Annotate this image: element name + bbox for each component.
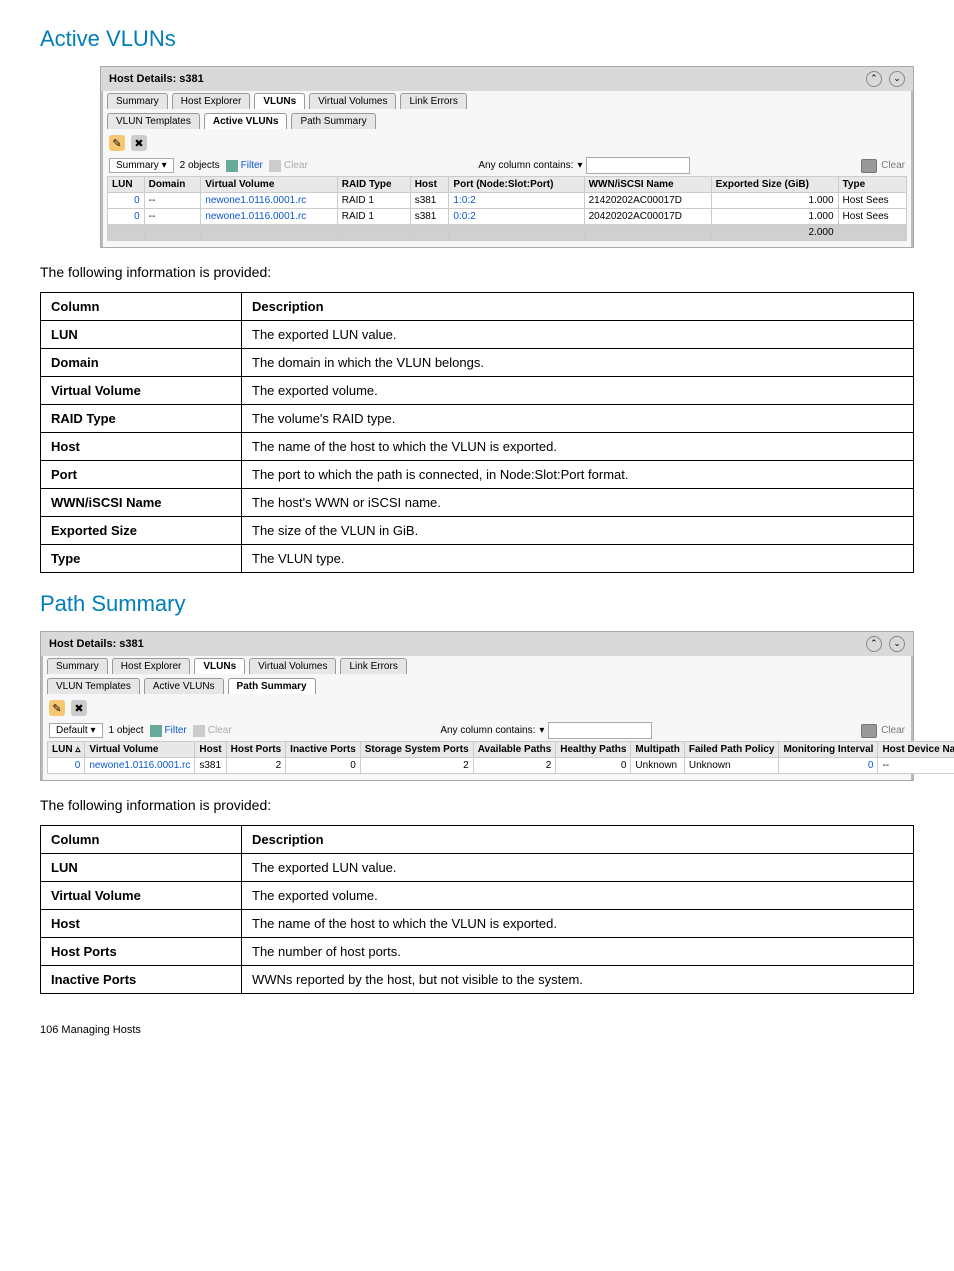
intro-text-1: The following information is provided: bbox=[40, 264, 914, 280]
totals-row: 2.000 bbox=[108, 225, 907, 241]
sub-tabs: VLUN Templates Active VLUNs Path Summary bbox=[101, 111, 913, 131]
tab-active-vluns[interactable]: Active VLUNs bbox=[204, 113, 288, 129]
active-vluns-desc-table: Column Description LUNThe exported LUN v… bbox=[40, 292, 914, 573]
col-size[interactable]: Exported Size (GiB) bbox=[711, 177, 838, 193]
remove-icon[interactable]: ✖ bbox=[131, 135, 147, 151]
col-domain[interactable]: Domain bbox=[144, 177, 201, 193]
path-summary-desc-table: Column Description LUNThe exported LUN v… bbox=[40, 825, 914, 994]
col-multipath[interactable]: Multipath bbox=[631, 742, 684, 758]
view-dropdown[interactable]: Default ▾ bbox=[49, 723, 103, 738]
col-lun[interactable]: LUN bbox=[108, 177, 145, 193]
col-host[interactable]: Host bbox=[410, 177, 449, 193]
col-raid[interactable]: RAID Type bbox=[337, 177, 410, 193]
any-column-label: Any column contains: bbox=[478, 160, 573, 171]
tab-virtual-volumes[interactable]: Virtual Volumes bbox=[309, 93, 396, 109]
object-count: 2 objects bbox=[180, 160, 220, 171]
top-tabs: Summary Host Explorer VLUNs Virtual Volu… bbox=[101, 91, 913, 111]
table-row[interactable]: 0 -- newone1.0116.0001.rc RAID 1 s381 0:… bbox=[108, 209, 907, 225]
tab-virtual-volumes[interactable]: Virtual Volumes bbox=[249, 658, 336, 674]
col-monint[interactable]: Monitoring Interval bbox=[779, 742, 878, 758]
expand-icon[interactable]: ⌄ bbox=[889, 636, 905, 652]
col-hostdev[interactable]: Host Device Name bbox=[878, 742, 954, 758]
chevron-down-icon[interactable]: ▾ bbox=[539, 725, 544, 736]
collapse-icon[interactable]: ⌃ bbox=[866, 636, 882, 652]
panel-header-2: Host Details: s381 bbox=[49, 638, 144, 650]
col-hostports[interactable]: Host Ports bbox=[226, 742, 286, 758]
print-icon[interactable] bbox=[861, 159, 877, 173]
collapse-icon[interactable]: ⌃ bbox=[866, 71, 882, 87]
export-icon[interactable]: ✎ bbox=[49, 700, 65, 716]
filter-button[interactable]: Filter bbox=[150, 725, 187, 737]
sub-tabs-2: VLUN Templates Active VLUNs Path Summary bbox=[41, 676, 913, 696]
tab-path-summary[interactable]: Path Summary bbox=[291, 113, 375, 129]
panel-window-controls: ⌃ ⌄ bbox=[862, 71, 905, 87]
expand-icon[interactable]: ⌄ bbox=[889, 71, 905, 87]
clear-button[interactable]: Clear bbox=[193, 725, 232, 737]
table-row[interactable]: 0 -- newone1.0116.0001.rc RAID 1 s381 1:… bbox=[108, 193, 907, 209]
col-wwn[interactable]: WWN/iSCSI Name bbox=[584, 177, 711, 193]
top-tabs-2: Summary Host Explorer VLUNs Virtual Volu… bbox=[41, 656, 913, 676]
desc-header-description: Description bbox=[242, 293, 914, 321]
tab-active-vluns[interactable]: Active VLUNs bbox=[144, 678, 224, 694]
col-type[interactable]: Type bbox=[838, 177, 906, 193]
panel-header: Host Details: s381 bbox=[109, 73, 204, 85]
view-dropdown[interactable]: Summary ▾ bbox=[109, 158, 174, 173]
section-title-path-summary: Path Summary bbox=[40, 591, 914, 617]
any-column-label: Any column contains: bbox=[440, 725, 535, 736]
tab-summary[interactable]: Summary bbox=[47, 658, 108, 674]
remove-icon[interactable]: ✖ bbox=[71, 700, 87, 716]
clear-filter-link[interactable]: Clear bbox=[881, 725, 905, 736]
desc-header-column: Column bbox=[41, 826, 242, 854]
print-icon[interactable] bbox=[861, 724, 877, 738]
col-port[interactable]: Port (Node:Slot:Port) bbox=[449, 177, 584, 193]
col-host[interactable]: Host bbox=[195, 742, 226, 758]
object-count: 1 object bbox=[109, 725, 144, 736]
table-row[interactable]: 0 newone1.0116.0001.rc s381 2 0 2 2 0 Un… bbox=[48, 758, 954, 774]
col-lun[interactable]: LUN ▵ bbox=[48, 742, 85, 758]
desc-header-description: Description bbox=[242, 826, 914, 854]
active-vluns-panel: Host Details: s381 ⌃ ⌄ Summary Host Expl… bbox=[100, 66, 914, 248]
panel-window-controls-2: ⌃ ⌄ bbox=[862, 636, 905, 652]
path-summary-grid: LUN ▵ Virtual Volume Host Host Ports Ina… bbox=[47, 741, 954, 774]
clear-filter-link[interactable]: Clear bbox=[881, 160, 905, 171]
column-filter-input[interactable] bbox=[586, 157, 690, 174]
col-vv[interactable]: Virtual Volume bbox=[85, 742, 195, 758]
col-healthy[interactable]: Healthy Paths bbox=[556, 742, 631, 758]
tab-vlun-templates[interactable]: VLUN Templates bbox=[47, 678, 140, 694]
path-summary-panel: Host Details: s381 ⌃ ⌄ Summary Host Expl… bbox=[40, 631, 914, 781]
section-title-active-vluns: Active VLUNs bbox=[40, 26, 914, 52]
desc-header-column: Column bbox=[41, 293, 242, 321]
tab-vlun-templates[interactable]: VLUN Templates bbox=[107, 113, 200, 129]
col-ssp[interactable]: Storage System Ports bbox=[360, 742, 473, 758]
active-vluns-grid: LUN Domain Virtual Volume RAID Type Host… bbox=[107, 176, 907, 241]
tab-path-summary[interactable]: Path Summary bbox=[228, 678, 316, 694]
tab-link-errors[interactable]: Link Errors bbox=[340, 658, 406, 674]
col-avail[interactable]: Available Paths bbox=[473, 742, 556, 758]
clear-button[interactable]: Clear bbox=[269, 160, 308, 172]
tab-vluns[interactable]: VLUNs bbox=[254, 93, 305, 109]
col-vv[interactable]: Virtual Volume bbox=[201, 177, 337, 193]
tab-summary[interactable]: Summary bbox=[107, 93, 168, 109]
col-failedpath[interactable]: Failed Path Policy bbox=[684, 742, 779, 758]
col-inactiveports[interactable]: Inactive Ports bbox=[286, 742, 361, 758]
tab-host-explorer[interactable]: Host Explorer bbox=[172, 93, 251, 109]
column-filter-input[interactable] bbox=[548, 722, 652, 739]
page-footer: 106 Managing Hosts bbox=[40, 1024, 914, 1036]
chevron-down-icon[interactable]: ▾ bbox=[577, 160, 582, 171]
tab-vluns[interactable]: VLUNs bbox=[194, 658, 245, 674]
tab-host-explorer[interactable]: Host Explorer bbox=[112, 658, 191, 674]
filter-button[interactable]: Filter bbox=[226, 160, 263, 172]
export-icon[interactable]: ✎ bbox=[109, 135, 125, 151]
intro-text-2: The following information is provided: bbox=[40, 797, 914, 813]
tab-link-errors[interactable]: Link Errors bbox=[400, 93, 466, 109]
